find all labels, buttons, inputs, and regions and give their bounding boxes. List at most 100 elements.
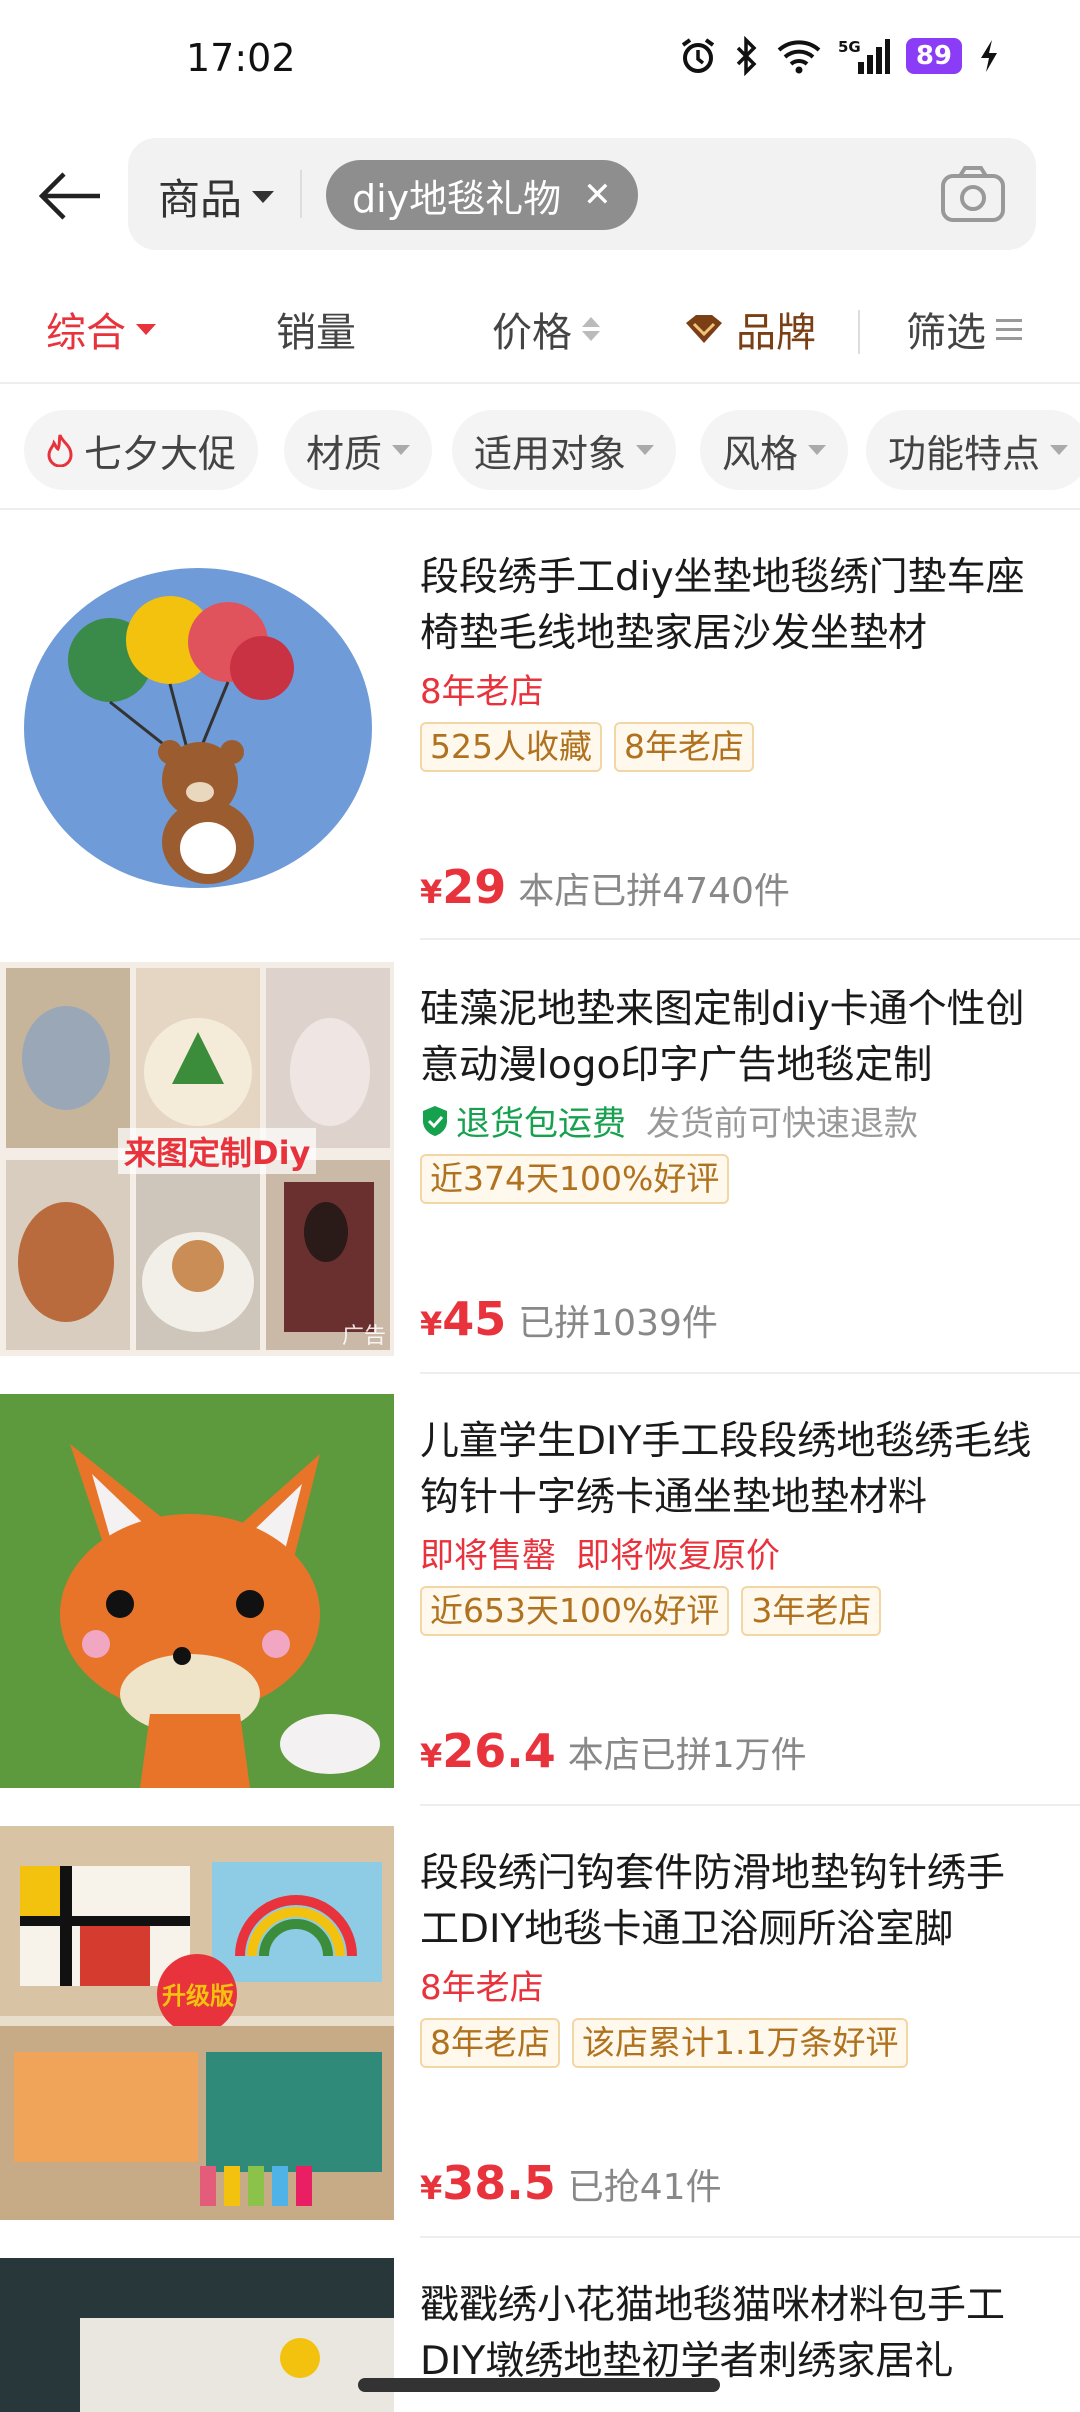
chip-label: 功能特点 — [888, 431, 1041, 476]
search-box[interactable]: 商品 diy地毯礼物 ✕ — [128, 138, 1036, 250]
chip-material[interactable]: 材质 — [284, 410, 433, 490]
price: 26.4 — [442, 1724, 556, 1778]
product-tags: 525人收藏 8年老店 — [420, 722, 754, 772]
sort-updown-icon — [582, 317, 600, 341]
svg-text:5G: 5G — [838, 38, 861, 56]
product-title[interactable]: 硅藻泥地垫来图定制diy卡通个性创意动漫logo印字广告地毯定制 — [420, 982, 1040, 1094]
tab-price[interactable]: 价格 — [492, 300, 600, 358]
product-card[interactable]: 儿童学生DIY手工段段绣地毯绣毛线钩针十字绣卡通坐垫地垫材料 即将售罄 即将恢复… — [0, 1394, 1080, 1806]
sellout-text: 即将售罄 — [420, 1536, 556, 1576]
status-time: 17:02 — [186, 36, 296, 80]
shop-age-text: 8年老店 — [420, 672, 544, 712]
price: 38.5 — [442, 2156, 556, 2210]
tab-label: 综合 — [46, 310, 126, 356]
search-query-text: diy地毯礼物 — [352, 176, 562, 221]
brand-diamond-icon — [686, 315, 722, 343]
free-return-text: 退货包运费 — [456, 1104, 626, 1144]
chip-style[interactable]: 风格 — [700, 410, 849, 490]
product-subline: 8年老店 — [420, 1960, 544, 2009]
search-query-chip[interactable]: diy地毯礼物 ✕ — [326, 160, 638, 230]
product-tags: 近374天100%好评 — [420, 1154, 730, 1204]
tag: 3年老店 — [741, 1586, 882, 1636]
tab-brand[interactable]: 品牌 — [682, 300, 816, 358]
sort-tabs: 综合 销量 价格 品牌 筛选 — [0, 280, 1080, 384]
back-arrow-icon[interactable] — [36, 168, 106, 224]
shop-age-text: 8年老店 — [420, 1968, 544, 2008]
chevron-down-icon — [136, 323, 156, 335]
product-subline: 退货包运费 发货前可快速退款 — [420, 1096, 918, 1145]
product-image[interactable] — [0, 530, 394, 924]
tab-label: 销量 — [276, 310, 356, 356]
divider — [420, 2236, 1080, 2238]
filter-lines-icon — [996, 318, 1022, 340]
divider — [300, 170, 302, 218]
chip-features[interactable]: 功能特点 — [866, 410, 1080, 490]
fire-icon — [47, 434, 73, 467]
chip-qixi-promo[interactable]: 七夕大促 — [24, 410, 259, 490]
currency-symbol: ¥ — [420, 873, 443, 911]
product-card[interactable]: 升级版 段段绣闩钩套件防滑地垫钩针绣手工DIY地毯卡通卫浴厕所浴室脚 8年老店 … — [0, 1826, 1080, 2238]
tag: 8年老店 — [614, 722, 754, 772]
chip-label: 适用对象 — [474, 431, 627, 476]
product-card[interactable]: 来图定制Diy 广告 硅藻泥地垫来图定制diy卡通个性创意动漫logo印字广告地… — [0, 962, 1080, 1374]
chip-label: 风格 — [722, 431, 799, 476]
tag: 该店累计1.1万条好评 — [572, 2018, 909, 2068]
chevron-down-icon — [808, 445, 827, 455]
product-image[interactable]: 来图定制Diy 广告 — [0, 962, 394, 1356]
product-tags: 8年老店 该店累计1.1万条好评 — [420, 2018, 909, 2068]
tag: 8年老店 — [420, 2018, 560, 2068]
product-subline: 8年老店 — [420, 664, 544, 713]
camera-icon[interactable] — [940, 164, 1006, 224]
divider — [420, 938, 1080, 940]
chevron-down-icon — [636, 445, 655, 455]
chevron-down-icon — [252, 190, 275, 203]
product-title[interactable]: 儿童学生DIY手工段段绣地毯绣毛线钩针十字绣卡通坐垫地垫材料 — [420, 1414, 1040, 1526]
battery-indicator: 89 — [905, 38, 962, 74]
product-image[interactable] — [0, 1394, 394, 1788]
image-overlay-text: 升级版 — [162, 1982, 234, 2010]
chevron-down-icon — [1050, 445, 1069, 455]
product-tags: 近653天100%好评 3年老店 — [420, 1586, 882, 1636]
search-scope-label: 商品 — [158, 175, 243, 224]
product-subline: 即将售罄 即将恢复原价 — [420, 1528, 780, 1577]
free-return-badge: 退货包运费 — [420, 1096, 626, 1145]
alarm-icon — [681, 38, 714, 73]
product-title[interactable]: 段段绣闩钩套件防滑地垫钩针绣手工DIY地毯卡通卫浴厕所浴室脚 — [420, 1846, 1040, 1958]
currency-symbol: ¥ — [420, 2169, 443, 2207]
search-row: 商品 diy地毯礼物 ✕ — [0, 138, 1080, 250]
search-scope-select[interactable]: 商品 — [158, 166, 275, 227]
divider — [420, 1804, 1080, 1806]
product-image[interactable]: 升级版 — [0, 1826, 394, 2220]
chip-label: 材质 — [306, 431, 383, 476]
currency-symbol: ¥ — [420, 1305, 443, 1343]
chevron-down-icon — [392, 445, 411, 455]
tag: 近653天100%好评 — [420, 1586, 730, 1636]
home-indicator[interactable] — [358, 2378, 720, 2392]
product-price-row: ¥ 26.4 本店已拼1万件 — [420, 1724, 807, 1778]
price: 45 — [442, 1292, 507, 1346]
tag: 525人收藏 — [420, 722, 602, 772]
status-icons: 5G 89 — [678, 36, 1000, 76]
sales-count: 已抢41件 — [567, 2167, 722, 2208]
filter-chip-row: 七夕大促 材质 适用对象 风格 功能特点 — [0, 384, 1080, 510]
bluetooth-icon — [736, 36, 757, 76]
chip-audience[interactable]: 适用对象 — [452, 410, 677, 490]
currency-symbol: ¥ — [420, 1737, 443, 1775]
sales-count: 已拼1039件 — [518, 1303, 718, 1344]
tab-sales[interactable]: 销量 — [276, 300, 356, 358]
product-card[interactable]: 段段绣手工diy坐垫地毯绣门垫车座椅垫毛线地垫家居沙发坐垫材 8年老店 525人… — [0, 530, 1080, 940]
tab-filter[interactable]: 筛选 — [906, 300, 1022, 358]
charging-icon — [981, 40, 997, 72]
clear-query-icon[interactable]: ✕ — [583, 175, 612, 215]
signal-icon: 5G — [838, 38, 890, 74]
shield-check-icon — [423, 1105, 447, 1136]
product-price-row: ¥ 38.5 已抢41件 — [420, 2156, 722, 2210]
product-image[interactable] — [0, 2258, 394, 2412]
sales-count: 本店已拼1万件 — [567, 1735, 807, 1776]
product-title[interactable]: 戳戳绣小花猫地毯猫咪材料包手工DIY墩绣地垫初学者刺绣家居礼 — [420, 2278, 1040, 2390]
price: 29 — [442, 860, 507, 914]
tab-comprehensive[interactable]: 综合 — [46, 300, 156, 358]
tab-label: 品牌 — [736, 310, 816, 356]
product-title[interactable]: 段段绣手工diy坐垫地毯绣门垫车座椅垫毛线地垫家居沙发坐垫材 — [420, 550, 1040, 662]
ad-label: 广告 — [341, 1324, 386, 1349]
